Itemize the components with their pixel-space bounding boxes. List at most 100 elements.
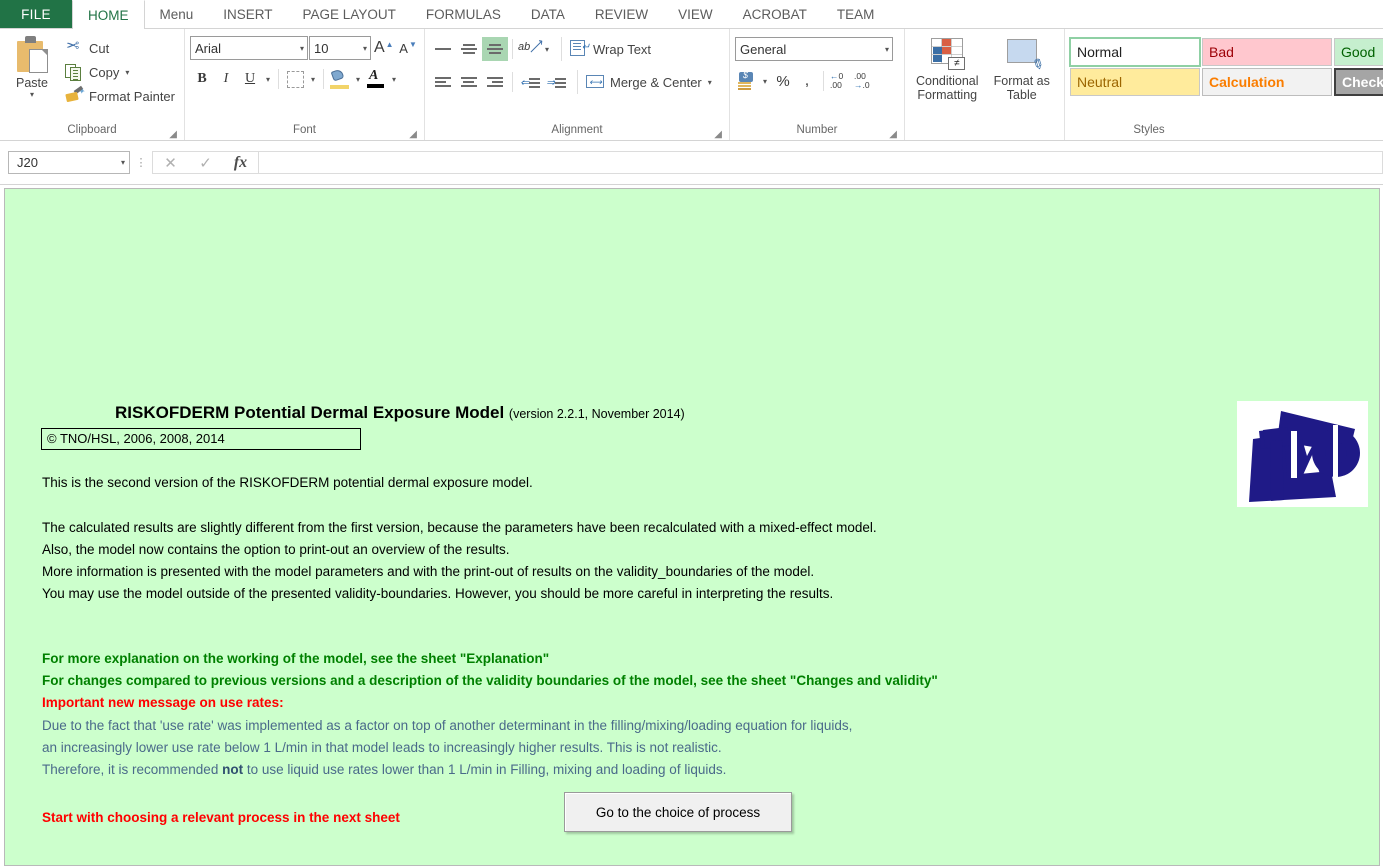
- comma-format-button[interactable]: ,: [795, 69, 819, 93]
- tab-file[interactable]: FILE: [0, 0, 72, 29]
- decrease-indent-button[interactable]: ⇐: [517, 70, 543, 94]
- tab-team[interactable]: TEAM: [822, 0, 890, 29]
- format-painter-button[interactable]: ✦ Format Painter: [61, 84, 179, 108]
- format-as-table-label: Format as Table: [993, 74, 1050, 102]
- divider: [512, 72, 513, 92]
- dialog-launcher-icon[interactable]: ◢: [169, 130, 177, 140]
- cell-style-check-cell[interactable]: Check C: [1334, 68, 1383, 96]
- format-as-table-button[interactable]: ✎ Format as Table: [985, 33, 1060, 102]
- cell-style-normal[interactable]: Normal: [1069, 37, 1201, 67]
- chevron-down-icon[interactable]: ▾: [352, 75, 364, 84]
- chevron-down-icon[interactable]: ▾: [880, 45, 889, 54]
- tab-view[interactable]: VIEW: [663, 0, 728, 29]
- formula-input[interactable]: [258, 151, 1383, 174]
- orientation-button[interactable]: ab ⟶: [517, 36, 547, 61]
- decrease-decimal-button[interactable]: ←0.00: [828, 70, 852, 92]
- cell-style-neutral[interactable]: Neutral: [1070, 68, 1200, 96]
- group-label-clipboard: Clipboard ◢: [67, 124, 177, 140]
- align-center-button[interactable]: [456, 70, 482, 94]
- group-label-number: Number ◢: [796, 124, 897, 140]
- cut-button[interactable]: Cut: [61, 36, 179, 60]
- underline-button[interactable]: U: [238, 67, 262, 91]
- cell-style-bad[interactable]: Bad: [1202, 38, 1332, 66]
- divider: [323, 69, 324, 89]
- green-note: For more explanation on the working of t…: [42, 651, 550, 666]
- font-size-combo[interactable]: 10 ▾: [309, 36, 371, 60]
- name-box[interactable]: J20 ▾: [8, 151, 130, 174]
- font-color-icon: A: [366, 68, 386, 90]
- chevron-down-icon[interactable]: ▾: [121, 158, 125, 167]
- align-left-button[interactable]: [430, 70, 456, 94]
- fill-color-button[interactable]: [328, 67, 352, 91]
- increase-decimal-button[interactable]: .00 →.0: [852, 70, 876, 92]
- paragraph-line: The calculated results are slightly diff…: [42, 520, 877, 535]
- merge-and-center-label: Merge & Center: [610, 74, 702, 90]
- paragraph-line: More information is presented with the m…: [42, 564, 815, 579]
- cell-style-calculation[interactable]: Calculation: [1202, 68, 1332, 96]
- copy-button[interactable]: Copy ▾: [61, 60, 179, 84]
- tab-acrobat[interactable]: ACROBAT: [728, 0, 822, 29]
- copyright-box: © TNO/HSL, 2006, 2008, 2014: [41, 428, 361, 450]
- percent-format-button[interactable]: %: [771, 69, 795, 93]
- conditional-formatting-icon: ≠: [927, 36, 967, 72]
- borders-button[interactable]: [283, 67, 307, 91]
- confirm-formula-button[interactable]: ✓: [188, 151, 223, 174]
- clipboard-icon: [13, 35, 51, 75]
- tno-logo: [1237, 401, 1368, 507]
- chevron-down-icon[interactable]: ▾: [295, 44, 304, 53]
- italic-button[interactable]: I: [214, 67, 238, 91]
- chevron-down-icon[interactable]: ▾: [30, 91, 34, 99]
- start-note: Start with choosing a relevant process i…: [42, 810, 400, 825]
- important-heading: Important new message on use rates:: [42, 695, 284, 710]
- ribbon-group-clipboard: Paste ▾ Cut Copy ▾ ✦ Format Painter: [0, 29, 184, 140]
- align-center-icon: [461, 75, 477, 89]
- chevron-down-icon[interactable]: ▾: [262, 75, 274, 84]
- align-middle-button[interactable]: [456, 37, 482, 61]
- cancel-formula-button[interactable]: ✕: [153, 151, 188, 174]
- align-bottom-button[interactable]: [482, 37, 508, 61]
- chevron-down-icon[interactable]: ▾: [358, 44, 367, 53]
- ribbon: Paste ▾ Cut Copy ▾ ✦ Format Painter: [0, 29, 1383, 141]
- align-top-button[interactable]: [430, 37, 456, 61]
- wrap-text-button[interactable]: ↵ Wrap Text: [570, 37, 651, 61]
- dialog-launcher-icon[interactable]: ◢: [889, 130, 897, 140]
- tab-review[interactable]: REVIEW: [580, 0, 663, 29]
- tab-insert[interactable]: INSERT: [208, 0, 287, 29]
- chevron-down-icon[interactable]: ▾: [759, 77, 771, 86]
- decrease-font-size-button[interactable]: A ▼: [396, 36, 420, 60]
- merge-and-center-button[interactable]: ⟷ Merge & Center ▾: [586, 70, 712, 94]
- increase-indent-button[interactable]: ⇒: [543, 70, 569, 94]
- dialog-launcher-icon[interactable]: ◢: [714, 130, 722, 140]
- number-format-combo[interactable]: General ▾: [735, 37, 893, 61]
- format-painter-label: Format Painter: [89, 88, 175, 104]
- worksheet-canvas[interactable]: RISKOFDERM Potential Dermal Exposure Mod…: [4, 188, 1380, 866]
- font-color-button[interactable]: A: [364, 67, 388, 91]
- tab-home[interactable]: HOME: [72, 0, 145, 30]
- goto-choice-of-process-button[interactable]: Go to the choice of process: [564, 792, 792, 832]
- paste-button[interactable]: Paste ▾: [9, 33, 55, 99]
- align-right-button[interactable]: [482, 70, 508, 94]
- conditional-formatting-button[interactable]: ≠ Conditional Formatting: [910, 33, 985, 102]
- tab-page-layout[interactable]: PAGE LAYOUT: [288, 0, 411, 29]
- chevron-down-icon[interactable]: ▾: [388, 75, 400, 84]
- tab-menu[interactable]: Menu: [145, 0, 209, 29]
- tab-data[interactable]: DATA: [516, 0, 580, 29]
- chevron-down-icon[interactable]: ▾: [125, 68, 129, 77]
- ribbon-group-font: Arial ▾ 10 ▾ A ▲ A ▼ B I U ▾ ▾ ▾ A ▾ Fon…: [184, 29, 424, 140]
- chevron-down-icon[interactable]: ▾: [708, 78, 712, 87]
- align-left-icon: [435, 75, 451, 89]
- formula-bar: J20 ▾ ⋮ ✕ ✓ fx: [0, 141, 1383, 185]
- accounting-format-button[interactable]: [735, 69, 759, 93]
- blue-note: an increasingly lower use rate below 1 L…: [42, 740, 722, 755]
- title-version: (version 2.2.1, November 2014): [508, 407, 685, 421]
- increase-font-size-button[interactable]: A ▲: [371, 36, 396, 60]
- group-label-styles: Styles: [1133, 124, 1165, 136]
- cell-style-good[interactable]: Good: [1334, 38, 1383, 66]
- dialog-launcher-icon[interactable]: ◢: [409, 130, 417, 140]
- bold-button[interactable]: B: [190, 67, 214, 91]
- insert-function-icon[interactable]: fx: [223, 151, 258, 174]
- font-name-combo[interactable]: Arial ▾: [190, 36, 308, 60]
- group-label-alignment: Alignment ◢: [551, 124, 722, 140]
- tab-formulas[interactable]: FORMULAS: [411, 0, 516, 29]
- chevron-down-icon[interactable]: ▾: [307, 75, 319, 84]
